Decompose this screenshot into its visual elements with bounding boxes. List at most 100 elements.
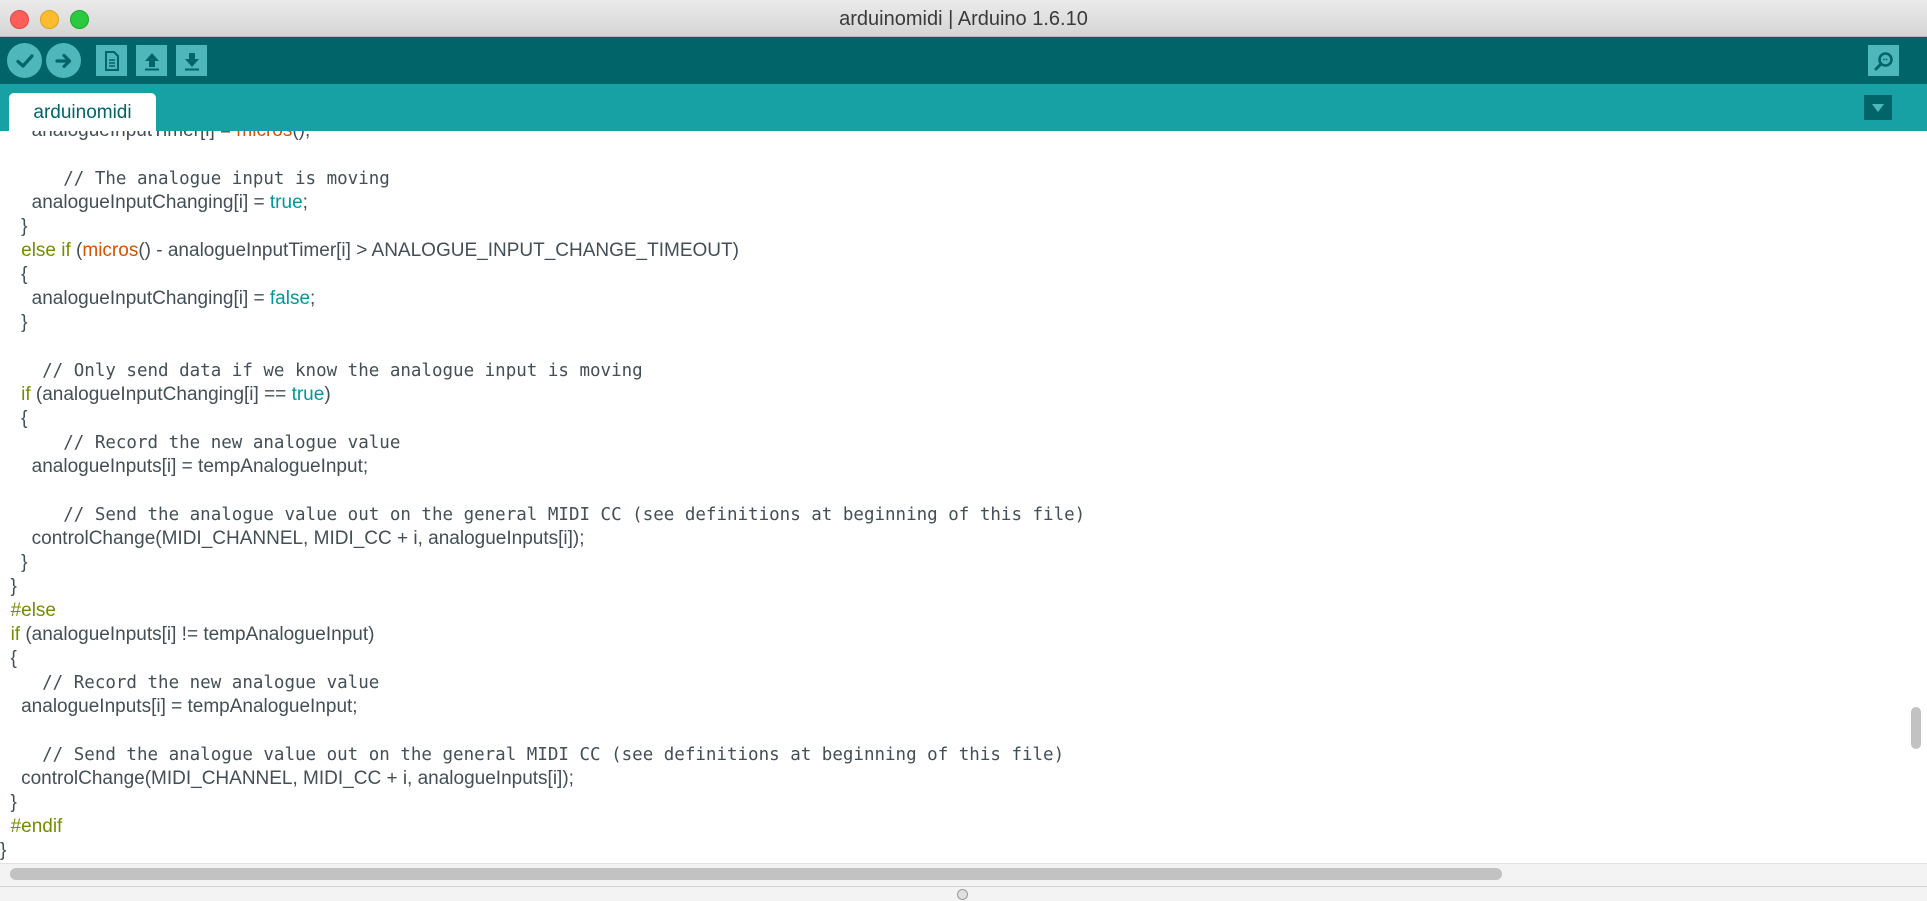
code-line: }	[0, 311, 1085, 335]
arrow-down-icon	[184, 52, 199, 70]
title-bar: arduinomidi | Arduino 1.6.10	[0, 0, 1927, 37]
save-button[interactable]	[176, 45, 207, 76]
code-line: // Record the new analogue value	[0, 431, 1085, 455]
code-token-literal: true	[291, 384, 325, 405]
code-token-plain: (	[70, 240, 83, 261]
code-token-comment: // Record the new analogue value	[0, 433, 401, 453]
code-token-plain: (analogueInputs[i] != tempAnalogueInput)	[20, 624, 375, 645]
code-token-plain: }	[0, 792, 17, 813]
code-token-plain: }	[0, 552, 28, 573]
code-line: #else	[0, 599, 1085, 623]
tab-menu-button[interactable]	[1864, 95, 1892, 120]
code-token-plain: }	[0, 312, 28, 333]
code-line: }	[0, 215, 1085, 239]
code-line: #endif	[0, 815, 1085, 839]
code-line: }	[0, 839, 1085, 863]
splitter-handle-icon[interactable]	[957, 889, 968, 900]
check-icon	[15, 53, 34, 68]
code-token-comment: // Send the analogue value out on the ge…	[0, 745, 1065, 765]
code-token-plain: (analogueInputChanging[i] ==	[30, 384, 292, 405]
toolbar	[0, 37, 1927, 84]
code-token-comment: // The analogue input is moving	[0, 169, 390, 189]
upload-button[interactable]	[46, 43, 81, 78]
code-token-keyword: if	[21, 384, 31, 405]
arrow-up-icon	[144, 52, 159, 70]
code-token-plain: ();	[292, 131, 310, 141]
code-line: analogueInputs[i] = tempAnalogueInput;	[0, 695, 1085, 719]
code-line: if (analogueInputChanging[i] == true)	[0, 383, 1085, 407]
code-line: }	[0, 791, 1085, 815]
code-line: analogueInputChanging[i] = false;	[0, 287, 1085, 311]
code-line: analogueInputChanging[i] = true;	[0, 191, 1085, 215]
console-splitter[interactable]	[0, 886, 1927, 901]
code-line: controlChange(MIDI_CHANNEL, MIDI_CC + i,…	[0, 767, 1085, 791]
tab-arduinomidi[interactable]: arduinomidi	[9, 93, 156, 131]
tab-bar: arduinomidi	[0, 84, 1927, 131]
code-line: controlChange(MIDI_CHANNEL, MIDI_CC + i,…	[0, 527, 1085, 551]
code-token-plain: }	[0, 216, 28, 237]
code-line: if (analogueInputs[i] != tempAnalogueInp…	[0, 623, 1085, 647]
code-token-plain: {	[0, 648, 17, 669]
verify-button[interactable]	[7, 43, 42, 78]
code-token-plain: {	[0, 408, 28, 429]
code-token-keyword: if	[61, 240, 71, 261]
code-token-plain: )	[324, 384, 331, 405]
code-line: analogueInputs[i] = tempAnalogueInput;	[0, 455, 1085, 479]
arrow-right-icon	[54, 53, 71, 68]
code-line: {	[0, 407, 1085, 431]
code-line: // The analogue input is moving	[0, 167, 1085, 191]
code-line: // Send the analogue value out on the ge…	[0, 743, 1085, 767]
magnifier-icon	[1874, 51, 1893, 70]
document-icon	[104, 50, 119, 71]
code-token-comment: // Record the new analogue value	[0, 673, 380, 693]
code-token-keyword: else	[21, 240, 56, 261]
vertical-scroll-thumb[interactable]	[1911, 707, 1921, 749]
code-token-plain: ;	[302, 192, 308, 213]
code-token-plain: controlChange(MIDI_CHANNEL, MIDI_CC + i,…	[0, 528, 585, 549]
code-token-plain: {	[0, 264, 28, 285]
code-editor[interactable]: analogueInputTimer[i] = micros(); // The…	[0, 131, 1905, 863]
code-token-keyword: #endif	[10, 816, 63, 837]
code-line: {	[0, 263, 1085, 287]
code-token-plain: ;	[310, 288, 316, 309]
window-title: arduinomidi | Arduino 1.6.10	[839, 8, 1088, 30]
code-lines: analogueInputTimer[i] = micros(); // The…	[0, 131, 1085, 863]
code-token-comment: // Only send data if we know the analogu…	[0, 361, 643, 381]
code-line: else if (micros() - analogueInputTimer[i…	[0, 239, 1085, 263]
code-token-plain: controlChange(MIDI_CHANNEL, MIDI_CC + i,…	[0, 768, 574, 789]
code-token-function: micros	[82, 240, 139, 261]
code-token-plain: () - analogueInputTimer[i] > ANALOGUE_IN…	[138, 240, 739, 261]
code-line: // Send the analogue value out on the ge…	[0, 503, 1085, 527]
code-token-literal: false	[269, 288, 311, 309]
code-line: }	[0, 551, 1085, 575]
code-token-function: micros	[236, 131, 292, 141]
code-token-plain: analogueInputTimer[i] =	[0, 131, 236, 141]
triangle-down-icon	[1872, 103, 1884, 112]
serial-monitor-button[interactable]	[1868, 45, 1899, 76]
code-token-plain: analogueInputs[i] = tempAnalogueInput;	[0, 456, 369, 477]
code-line: }	[0, 575, 1085, 599]
code-line: // Record the new analogue value	[0, 671, 1085, 695]
vertical-scrollbar[interactable]	[1905, 131, 1927, 863]
code-line: analogueInputTimer[i] = micros();	[0, 131, 1085, 143]
code-token-keyword: #else	[10, 600, 56, 621]
code-token-plain: }	[0, 576, 17, 597]
open-button[interactable]	[136, 45, 167, 76]
horizontal-scroll-thumb[interactable]	[10, 868, 1502, 880]
code-token-plain: analogueInputChanging[i] =	[0, 192, 270, 213]
new-sketch-button[interactable]	[96, 45, 127, 76]
code-token-plain: analogueInputChanging[i] =	[0, 288, 270, 309]
code-token-keyword: if	[10, 624, 21, 645]
code-token-literal: true	[269, 192, 303, 213]
code-token-comment: // Send the analogue value out on the ge…	[0, 505, 1086, 525]
code-token-plain: analogueInputs[i] = tempAnalogueInput;	[0, 696, 358, 717]
